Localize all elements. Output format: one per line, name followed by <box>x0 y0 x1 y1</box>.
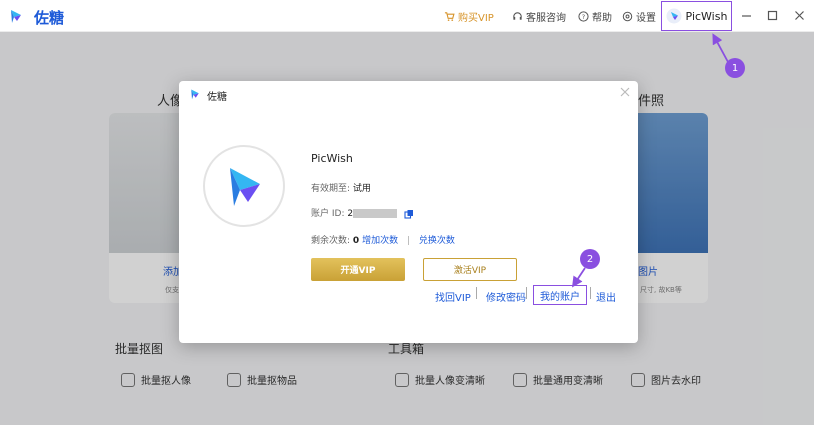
app-name: 佐糖 <box>34 9 65 27</box>
maximize-icon <box>767 10 777 20</box>
remaining-row: 剩余次数: 0 增加次数 | 兑换次数 <box>311 233 455 246</box>
title-bar: 佐糖 购买VIP 客服咨询 ? 帮助 设置 PicWish <box>0 0 814 32</box>
copy-icon[interactable] <box>404 209 414 219</box>
dialog-close-button[interactable] <box>620 85 630 101</box>
validity-label: 有效期至: <box>311 184 351 194</box>
product-name: PicWish <box>311 152 353 165</box>
redeem-times-link[interactable]: 兑换次数 <box>419 236 455 246</box>
minimize-icon <box>741 14 751 17</box>
retrieve-vip-link[interactable]: 找回VIP <box>435 289 471 304</box>
validity-value: 试用 <box>352 184 371 194</box>
masked-id <box>353 209 398 218</box>
remaining-value: 0 <box>352 236 360 246</box>
add-times-link[interactable]: 增加次数 <box>362 236 398 246</box>
step-badge-1: 1 <box>725 58 745 78</box>
change-password-link[interactable]: 修改密码 <box>486 289 526 304</box>
minimize-button[interactable] <box>738 7 754 23</box>
question-circle-icon: ? <box>578 11 589 22</box>
support-label: 客服咨询 <box>526 13 566 24</box>
maximize-button[interactable] <box>764 7 780 23</box>
divider <box>476 287 477 299</box>
my-account-link[interactable]: 我的账户 <box>533 285 587 305</box>
step-badge-2: 2 <box>580 249 600 269</box>
product-avatar <box>203 145 285 227</box>
gear-icon <box>622 11 633 22</box>
activate-vip-button[interactable]: 激活VIP <box>423 258 517 281</box>
app-logo-icon <box>11 10 21 23</box>
buy-vip-label: 购买VIP <box>458 13 494 24</box>
settings-button[interactable]: 设置 <box>622 9 656 24</box>
buy-vip-button[interactable]: 购买VIP <box>444 9 494 24</box>
picwish-logo-icon <box>230 168 260 206</box>
close-icon <box>794 10 804 20</box>
divider: | <box>406 236 410 246</box>
svg-text:?: ? <box>582 13 585 21</box>
support-button[interactable]: 客服咨询 <box>512 9 566 24</box>
validity-row: 有效期至: 试用 <box>311 181 371 194</box>
account-name: PicWish <box>685 9 728 23</box>
account-button[interactable]: PicWish <box>661 1 732 31</box>
settings-label: 设置 <box>636 13 656 24</box>
close-icon <box>620 87 630 97</box>
logout-link[interactable]: 退出 <box>596 289 616 304</box>
divider <box>526 287 527 299</box>
headset-icon <box>513 12 522 20</box>
user-avatar-icon <box>666 8 682 24</box>
dialog-title: 佐糖 <box>207 92 227 103</box>
divider <box>590 287 591 299</box>
open-vip-button[interactable]: 开通VIP <box>311 258 405 281</box>
help-label: 帮助 <box>592 13 612 24</box>
remaining-label: 剩余次数: <box>311 236 351 246</box>
account-id-label: 账户 ID: <box>311 209 345 219</box>
account-id-row: 账户 ID: 2 <box>311 206 414 219</box>
help-button[interactable]: ? 帮助 <box>578 9 612 24</box>
close-window-button[interactable] <box>791 7 807 23</box>
cart-icon <box>444 12 455 21</box>
dialog-logo-icon <box>191 89 199 100</box>
account-dialog: 佐糖 PicWish 有效期至: 试用 账户 ID: 2 剩余次数: 0 增加次… <box>179 81 638 343</box>
